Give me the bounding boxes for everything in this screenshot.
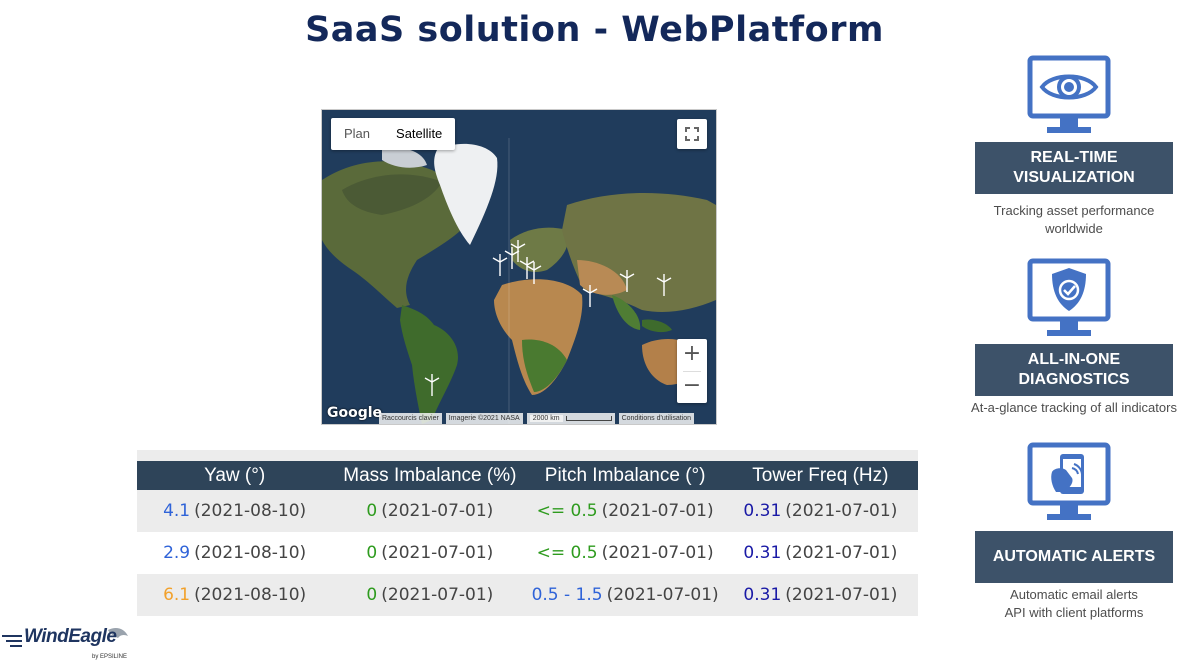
feature-description: Tracking asset performance worldwide (993, 203, 1155, 236)
google-logo: Google (327, 405, 383, 421)
cell-date: (2021-07-01) (785, 501, 898, 521)
imagery-credit: Imagerie ©2021 NASA (445, 413, 523, 424)
zoom-in-button[interactable]: + (677, 339, 707, 371)
eye-icon (1027, 55, 1111, 133)
header-yaw: Yaw (°) (204, 464, 266, 486)
cell-yaw: 4.1 (2021-08-10) (137, 501, 332, 521)
cell-value: <= 0.5 (536, 543, 598, 563)
cell-yaw: 2.9 (2021-08-10) (137, 543, 332, 563)
windeagle-logo: WindEagle by EPSILINE (0, 624, 140, 669)
cell-date: (2021-07-01) (606, 585, 719, 605)
cell-pitch-imbalance: 0.5 - 1.5 (2021-07-01) (528, 585, 723, 605)
world-map[interactable]: Plan Satellite + − Google Raccourcis cla… (321, 109, 717, 425)
cell-date: (2021-08-10) (194, 543, 307, 563)
cell-value: 0 (366, 501, 378, 521)
cell-value: 6.1 (163, 585, 191, 605)
cell-tower-freq: 0.31 (2021-07-01) (723, 543, 918, 563)
cell-value: 2.9 (163, 543, 191, 563)
header-mass-imbalance: Mass Imbalance (%) (343, 464, 517, 486)
cell-date: (2021-07-01) (601, 501, 714, 521)
cell-date: (2021-07-01) (381, 585, 494, 605)
page-title: SaaS solution - WebPlatform (305, 10, 884, 50)
map-type-control: Plan Satellite (331, 118, 456, 150)
cell-mass-imbalance: 0 (2021-07-01) (332, 501, 527, 521)
cell-value: 0 (366, 585, 378, 605)
indicators-table: Yaw (°) Mass Imbalance (%) Pitch Imbalan… (137, 450, 918, 616)
tab-plan[interactable]: Plan (331, 118, 383, 150)
logo-wordmark: WindEagle (24, 626, 117, 647)
table-header: Yaw (°) Mass Imbalance (%) Pitch Imbalan… (137, 461, 918, 490)
cell-tower-freq: 0.31 (2021-07-01) (723, 585, 918, 605)
table-row: 6.1 (2021-08-10) 0 (2021-07-01) 0.5 - 1.5 (20… (137, 574, 918, 616)
feature-title: REAL-TIME VISUALIZATION (975, 142, 1173, 194)
feature-all-in-one-diagnostics: ALL-IN-ONE DIAGNOSTICS At-a-glance tracki… (970, 258, 1178, 423)
fullscreen-button[interactable] (677, 119, 707, 149)
header-tower-freq: Tower Freq (Hz) (752, 464, 889, 486)
zoom-out-button[interactable]: − (677, 371, 707, 403)
logo-tagline: by EPSILINE (92, 654, 128, 660)
cell-date: (2021-08-10) (194, 501, 307, 521)
feature-automatic-alerts: AUTOMATIC ALERTS Automatic email alerts A… (970, 442, 1178, 627)
zoom-control: + − (677, 339, 707, 403)
cell-tower-freq: 0.31 (2021-07-01) (723, 501, 918, 521)
terms-link[interactable]: Conditions d'utilisation (618, 413, 695, 424)
cell-value: <= 0.5 (536, 501, 598, 521)
cell-mass-imbalance: 0 (2021-07-01) (332, 585, 527, 605)
tab-satellite[interactable]: Satellite (383, 118, 455, 150)
table-body: 4.1 (2021-08-10) 0 (2021-07-01) <= 0.5 (2021-… (137, 490, 918, 616)
cell-value: 4.1 (163, 501, 191, 521)
cell-date: (2021-07-01) (381, 543, 494, 563)
table-row: 4.1 (2021-08-10) 0 (2021-07-01) <= 0.5 (2021-… (137, 490, 918, 532)
shield-check-icon (1027, 258, 1111, 336)
cell-pitch-imbalance: <= 0.5 (2021-07-01) (528, 501, 723, 521)
cell-value: 0.31 (743, 585, 782, 605)
map-attribution: Raccourcis clavier Imagerie ©2021 NASA 2… (379, 413, 716, 424)
satellite-imagery (322, 110, 716, 424)
cell-value: 0.31 (743, 543, 782, 563)
feature-description: At-a-glance tracking of all indicators (971, 400, 1177, 415)
feature-description: Automatic email alerts API with client pl… (1004, 587, 1144, 620)
map-scale[interactable]: 2000 km (526, 413, 615, 424)
header-pitch-imbalance: Pitch Imbalance (°) (544, 464, 706, 486)
keyboard-shortcuts-link[interactable]: Raccourcis clavier (379, 413, 442, 424)
cell-value: 0.5 - 1.5 (531, 585, 603, 605)
fullscreen-icon (685, 127, 699, 141)
feature-real-time-visualization: REAL-TIME VISUALIZATION Tracking asset pe… (970, 55, 1178, 240)
feature-title: AUTOMATIC ALERTS (975, 531, 1173, 583)
phone-alert-icon (1027, 442, 1111, 520)
cell-date: (2021-07-01) (601, 543, 714, 563)
feature-title: ALL-IN-ONE DIAGNOSTICS (975, 344, 1173, 396)
cell-mass-imbalance: 0 (2021-07-01) (332, 543, 527, 563)
table-row: 2.9 (2021-08-10) 0 (2021-07-01) <= 0.5 (2021-… (137, 532, 918, 574)
cell-date: (2021-07-01) (785, 543, 898, 563)
cell-value: 0 (366, 543, 378, 563)
cell-date: (2021-08-10) (194, 585, 307, 605)
cell-value: 0.31 (743, 501, 782, 521)
cell-date: (2021-07-01) (785, 585, 898, 605)
cell-pitch-imbalance: <= 0.5 (2021-07-01) (528, 543, 723, 563)
cell-yaw: 6.1 (2021-08-10) (137, 585, 332, 605)
cell-date: (2021-07-01) (381, 501, 494, 521)
